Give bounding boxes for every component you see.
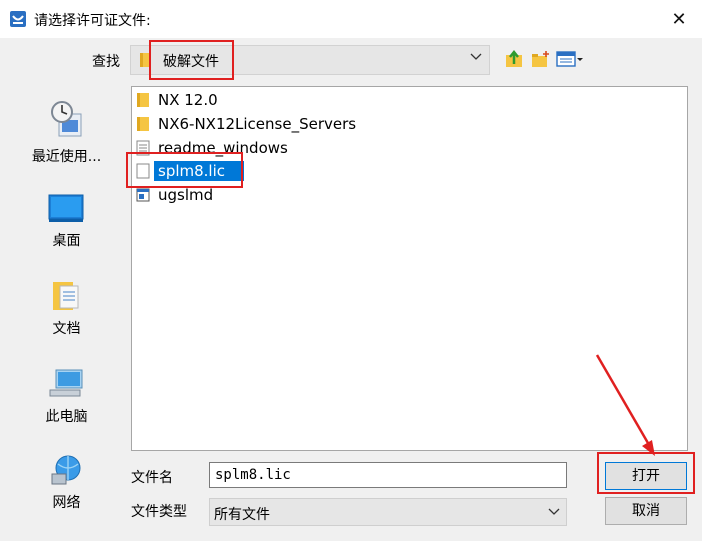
folder-icon [137, 93, 149, 107]
close-icon: ✕ [671, 8, 687, 30]
filename-label: 文件名 [131, 470, 173, 486]
highlight-box-open [597, 452, 695, 494]
place-recent[interactable]: 最近使用... [10, 100, 123, 180]
file-list[interactable]: NX 12.0 NX6-NX12License_Servers readme_w… [131, 86, 688, 451]
place-documents[interactable]: 文档 [10, 278, 123, 340]
file-name: ugslmd [158, 186, 214, 204]
places-bar: 最近使用... 桌面 文档 此电脑 网络 [10, 86, 123, 526]
app-file-icon [136, 188, 150, 202]
place-network[interactable]: 网络 [10, 452, 123, 514]
filetype-value: 所有文件 [214, 507, 270, 523]
place-label: 最近使用... [31, 149, 102, 165]
cancel-button[interactable]: 取消 [605, 497, 687, 525]
folder-icon [137, 117, 149, 131]
highlight-box-lookin [149, 40, 234, 80]
network-icon [51, 455, 81, 485]
up-folder-icon[interactable] [505, 49, 525, 69]
list-item-nx12[interactable]: NX 12.0 [132, 89, 332, 111]
place-computer[interactable]: 此电脑 [10, 366, 123, 428]
place-label: 桌面 [52, 233, 81, 249]
place-desktop[interactable]: 桌面 [10, 192, 123, 254]
file-name: NX 12.0 [158, 91, 218, 109]
desktop-icon [48, 194, 84, 222]
recent-icon [51, 101, 82, 137]
chevron-down-icon[interactable] [548, 506, 560, 520]
filetype-label: 文件类型 [131, 504, 187, 520]
chevron-down-icon[interactable] [470, 51, 482, 65]
place-label: 此电脑 [45, 409, 88, 425]
close-button[interactable]: ✕ [662, 4, 696, 34]
new-folder-icon[interactable] [531, 49, 551, 69]
app-icon [10, 11, 26, 27]
place-label: 文档 [52, 321, 81, 337]
computer-icon [49, 369, 83, 397]
list-item-license-servers[interactable]: NX6-NX12License_Servers [132, 113, 372, 135]
documents-icon [53, 282, 79, 310]
highlight-box-file [126, 152, 243, 188]
filename-input[interactable] [209, 462, 567, 488]
dialog-title: 请选择许可证文件: [34, 13, 151, 29]
place-label: 网络 [52, 495, 81, 511]
lookin-label: 查找 [92, 54, 120, 70]
file-name: NX6-NX12License_Servers [158, 115, 357, 133]
view-menu-icon[interactable] [556, 49, 584, 69]
